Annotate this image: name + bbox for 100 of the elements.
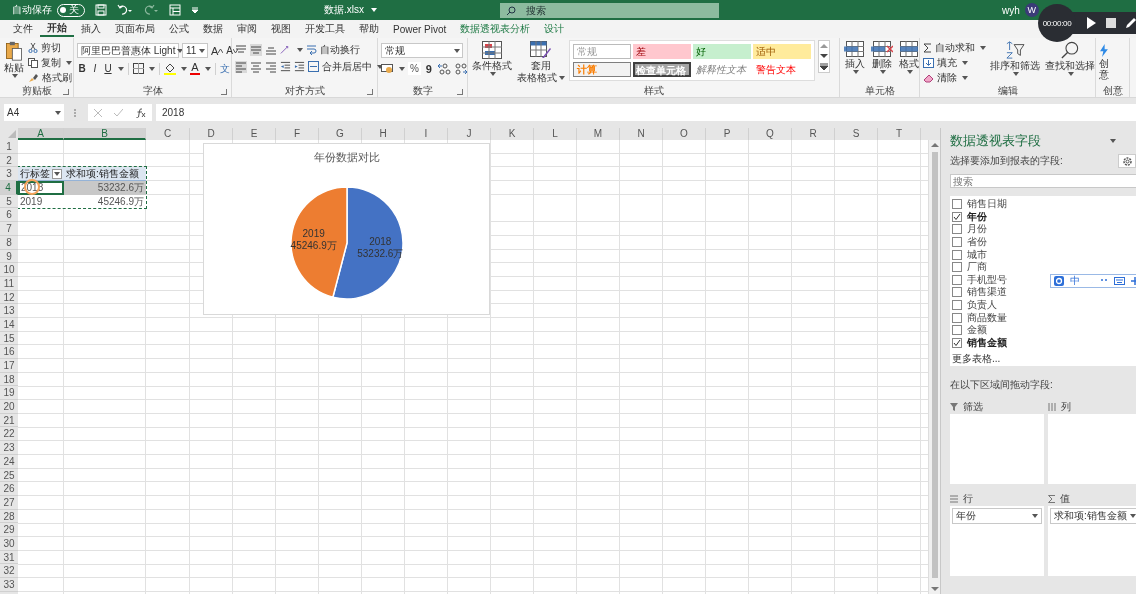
italic-button[interactable]: I — [90, 62, 100, 75]
row-header[interactable]: 1 — [0, 140, 18, 154]
ideas-button[interactable]: 创意 — [1099, 44, 1109, 80]
paste-button[interactable]: 粘贴 — [3, 40, 25, 79]
decrease-decimal-icon[interactable] — [453, 62, 468, 75]
cell-style-option[interactable]: 好 — [693, 44, 751, 59]
up-arrow-icon[interactable] — [930, 142, 939, 148]
table-cell[interactable]: 求和项:销售金额 — [64, 167, 146, 182]
checkbox[interactable] — [952, 325, 962, 336]
row-header[interactable]: 30 — [0, 536, 18, 551]
keyboard-icon[interactable] — [1114, 277, 1125, 285]
down-arrow-icon[interactable] — [820, 53, 828, 59]
row-header[interactable]: 21 — [0, 413, 18, 428]
cell-style-option[interactable]: 警告文本 — [753, 62, 811, 77]
underline-button[interactable]: U — [103, 62, 113, 75]
phonetic-button[interactable]: 文 — [220, 62, 230, 75]
language-mode[interactable]: 中 — [1070, 274, 1080, 288]
currency-icon[interactable] — [381, 63, 394, 74]
pen-icon[interactable] — [1126, 18, 1136, 28]
more-icon[interactable] — [820, 63, 828, 70]
formula-field[interactable]: 2018 — [156, 104, 1136, 121]
column-header[interactable]: K — [491, 128, 534, 140]
field-label[interactable]: 销售日期 — [967, 197, 1007, 212]
field-label[interactable]: 手机型号 — [967, 272, 1007, 287]
column-header[interactable]: T — [878, 128, 921, 140]
checkbox[interactable] — [952, 249, 962, 260]
column-header[interactable]: P — [706, 128, 749, 140]
decrease-font-button[interactable]: A — [226, 44, 238, 57]
copy-button[interactable]: 复制 — [28, 56, 72, 69]
row-header[interactable]: 24 — [0, 454, 18, 469]
row-header[interactable]: 11 — [0, 276, 18, 291]
settings-button[interactable] — [1118, 154, 1136, 168]
checkbox[interactable] — [952, 312, 962, 323]
find-select-button[interactable]: 查找和选择 — [1044, 40, 1096, 77]
row-header[interactable]: 10 — [0, 263, 18, 277]
row-header[interactable]: 26 — [0, 482, 18, 496]
cell-style-option[interactable]: 解释性文本 — [693, 62, 751, 77]
drop-area[interactable]: 求和项:销售金额 — [1048, 506, 1136, 576]
form-icon[interactable] — [169, 4, 181, 16]
column-header[interactable]: F — [276, 128, 319, 140]
row-header[interactable]: 15 — [0, 331, 18, 346]
row-header[interactable]: 25 — [0, 468, 18, 483]
ribbon-tab[interactable]: Power Pivot — [386, 21, 454, 37]
column-header[interactable]: H — [362, 128, 405, 140]
ribbon-tab[interactable]: 插入 — [74, 21, 108, 37]
checkbox[interactable] — [952, 237, 962, 248]
insert-cells-button[interactable]: 插入 — [843, 40, 867, 75]
checkbox[interactable] — [952, 262, 962, 273]
horizontal-align-icon[interactable] — [265, 60, 277, 73]
field-label[interactable]: 年份 — [967, 209, 987, 224]
cell-style-option[interactable]: 差 — [633, 44, 691, 59]
ribbon-tab[interactable]: 视图 — [264, 21, 298, 37]
conditional-format-button[interactable]: 条件格式 — [471, 40, 513, 77]
row-header[interactable]: 31 — [0, 550, 18, 565]
user-name[interactable]: wyh — [1002, 4, 1020, 16]
clear-button[interactable]: 清除 — [923, 71, 986, 84]
ribbon-tab[interactable]: 页面布局 — [108, 21, 162, 37]
field-label[interactable]: 厂商 — [967, 260, 987, 275]
play-icon[interactable] — [1086, 17, 1096, 29]
ribbon-tab[interactable]: 公式 — [162, 21, 196, 37]
input-method-icon[interactable] — [1054, 276, 1064, 286]
number-format-field[interactable]: 常规 — [381, 43, 463, 58]
column-header[interactable]: C — [146, 128, 190, 140]
column-header[interactable]: O — [663, 128, 706, 140]
wrap-text-button[interactable]: 自动换行 — [306, 43, 360, 56]
increase-indent-icon[interactable] — [294, 60, 305, 73]
table-cell[interactable]: 53232.6万 — [64, 181, 146, 195]
column-header[interactable]: A — [18, 128, 64, 140]
row-header[interactable]: 4 — [0, 181, 18, 195]
row-header[interactable]: 33 — [0, 578, 18, 592]
redo-icon[interactable] — [143, 4, 159, 16]
row-header[interactable]: 7 — [0, 222, 18, 236]
column-header[interactable]: R — [792, 128, 835, 140]
filter-dropdown-button[interactable] — [52, 168, 62, 179]
row-header[interactable]: 20 — [0, 400, 18, 414]
increase-font-button[interactable]: A — [211, 44, 224, 57]
ribbon-tab[interactable]: 数据 — [196, 21, 230, 37]
format-painter-button[interactable]: 格式刷 — [28, 71, 72, 84]
cut-button[interactable]: 剪切 — [28, 41, 72, 54]
column-header[interactable]: B — [64, 128, 146, 140]
checkbox[interactable] — [952, 287, 962, 298]
drop-area[interactable]: 年份 — [950, 506, 1044, 576]
row-header[interactable]: 13 — [0, 304, 18, 318]
field-label[interactable]: 销售渠道 — [967, 285, 1007, 300]
save-icon[interactable] — [95, 4, 107, 16]
row-header[interactable]: 14 — [0, 317, 18, 332]
row-header[interactable]: 6 — [0, 208, 18, 223]
checkbox[interactable] — [952, 199, 962, 210]
vertical-align-icon[interactable] — [235, 43, 247, 56]
row-header[interactable]: 2 — [0, 153, 18, 168]
dialog-launcher-icon[interactable] — [367, 89, 373, 95]
column-header[interactable]: N — [620, 128, 663, 140]
ribbon-tab[interactable]: 审阅 — [230, 21, 264, 37]
column-header[interactable]: I — [405, 128, 448, 140]
field-label[interactable]: 销售金额 — [967, 335, 1007, 350]
horizontal-align-icon[interactable] — [250, 60, 262, 73]
ribbon-tab[interactable]: 帮助 — [352, 21, 386, 37]
search-field[interactable]: 搜索 — [500, 2, 719, 18]
borders-icon[interactable] — [133, 63, 144, 74]
vertical-align-icon[interactable] — [250, 43, 262, 56]
